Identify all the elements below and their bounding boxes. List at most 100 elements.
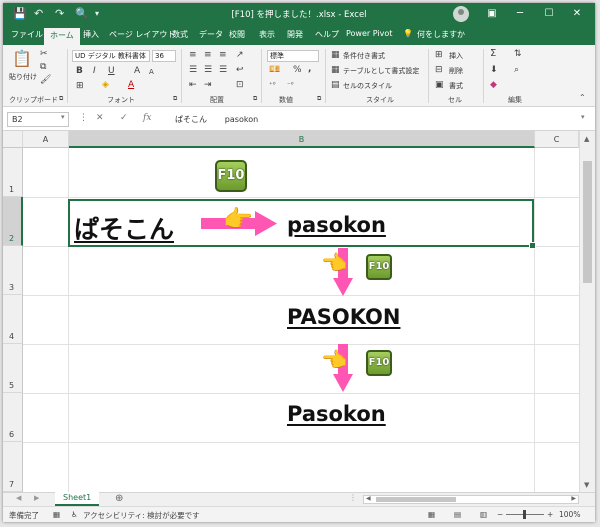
- font-color-icon[interactable]: A: [128, 80, 134, 90]
- expand-formula-icon[interactable]: ▾: [581, 113, 585, 121]
- borders-icon[interactable]: ⊞: [76, 81, 84, 91]
- ribbon-display-icon[interactable]: ▣: [483, 6, 501, 22]
- scroll-up-icon[interactable]: ▲: [584, 135, 589, 143]
- paste-button[interactable]: 貼り付け: [9, 72, 37, 82]
- tab-help[interactable]: ヘルプ: [315, 29, 339, 40]
- row-header-7[interactable]: 7: [3, 442, 23, 492]
- vertical-scrollbar[interactable]: ▲ ▼: [579, 131, 595, 492]
- page-break-view-icon[interactable]: ▥: [480, 510, 487, 519]
- select-all-corner[interactable]: [3, 131, 23, 148]
- enter-entry-icon[interactable]: ✓: [120, 113, 128, 123]
- maximize-button[interactable]: ☐: [540, 6, 558, 22]
- zoom-in-button[interactable]: +: [547, 510, 553, 519]
- align-right-icon[interactable]: ☰: [219, 65, 227, 75]
- number-launcher-icon[interactable]: ⧉: [317, 94, 321, 104]
- percent-button[interactable]: %: [293, 65, 302, 75]
- column-header-c[interactable]: C: [535, 131, 579, 148]
- font-size-select[interactable]: 36: [152, 50, 176, 62]
- copy-icon[interactable]: ⧉: [40, 62, 46, 72]
- format-as-table-button[interactable]: テーブルとして書式設定: [343, 66, 419, 76]
- insert-function-button[interactable]: fx: [143, 113, 151, 123]
- font-name-select[interactable]: UD デジタル 教科書体: [72, 50, 150, 62]
- account-avatar[interactable]: [453, 6, 469, 22]
- tab-home[interactable]: ホーム: [44, 28, 80, 45]
- zoom-slider-thumb[interactable]: [523, 510, 526, 519]
- tab-developer[interactable]: 開発: [287, 29, 303, 40]
- accessibility-status[interactable]: アクセシビリティ: 検討が必要です: [83, 510, 200, 521]
- conditional-format-icon[interactable]: ▦: [331, 50, 340, 60]
- horizontal-scroll-thumb[interactable]: [376, 497, 456, 502]
- sheet-next-icon[interactable]: ▶: [34, 494, 39, 502]
- tab-page-layout[interactable]: ページ レイアウト: [109, 29, 175, 40]
- increase-indent-icon[interactable]: ⇥: [204, 80, 212, 90]
- format-cells-button[interactable]: 書式: [449, 81, 463, 91]
- cancel-entry-icon[interactable]: ✕: [96, 113, 104, 123]
- delete-cells-icon[interactable]: ⊟: [435, 65, 443, 75]
- normal-view-icon[interactable]: ▦: [428, 510, 435, 519]
- clear-icon[interactable]: ◆: [490, 80, 497, 90]
- align-middle-icon[interactable]: ≡: [204, 50, 212, 60]
- delete-cells-button[interactable]: 削除: [449, 66, 463, 76]
- zoom-out-button[interactable]: −: [497, 510, 503, 519]
- column-header-b[interactable]: B: [69, 131, 535, 148]
- tab-data[interactable]: データ: [199, 29, 223, 40]
- formula-input[interactable]: ぱそこん pasokon: [175, 114, 258, 125]
- add-sheet-button[interactable]: ⊕: [115, 493, 123, 504]
- scroll-down-icon[interactable]: ▼: [584, 481, 589, 489]
- zoom-level[interactable]: 100%: [559, 510, 580, 519]
- row-header-4[interactable]: 4: [3, 295, 23, 344]
- column-header-a[interactable]: A: [23, 131, 69, 148]
- underline-button[interactable]: U: [108, 66, 115, 76]
- align-bottom-icon[interactable]: ≡: [219, 50, 227, 60]
- tab-view[interactable]: 表示: [259, 29, 275, 40]
- wrap-text-icon[interactable]: ↩: [236, 65, 244, 75]
- italic-button[interactable]: I: [93, 66, 96, 76]
- minimize-button[interactable]: ─: [511, 6, 529, 22]
- row-header-2[interactable]: 2: [3, 197, 23, 246]
- sheet-tab-sheet1[interactable]: Sheet1: [55, 492, 100, 506]
- orientation-icon[interactable]: ↗: [236, 50, 244, 60]
- align-center-icon[interactable]: ☰: [204, 65, 212, 75]
- format-painter-icon[interactable]: 🖌: [40, 75, 51, 85]
- tab-review[interactable]: 校閲: [229, 29, 245, 40]
- row-header-6[interactable]: 6: [3, 393, 23, 442]
- close-button[interactable]: ✕: [568, 6, 586, 22]
- insert-cells-icon[interactable]: ⊞: [435, 50, 443, 60]
- tell-me-search[interactable]: 何をしますか: [417, 29, 465, 40]
- autosum-button[interactable]: Σ: [490, 49, 496, 59]
- format-as-table-icon[interactable]: ▦: [331, 65, 340, 75]
- comma-button[interactable]: ,: [308, 64, 311, 74]
- insert-cells-button[interactable]: 挿入: [449, 51, 463, 61]
- name-box[interactable]: B2: [7, 112, 69, 127]
- conditional-format-button[interactable]: 条件付き書式: [343, 51, 385, 61]
- font-launcher-icon[interactable]: ⧉: [173, 94, 177, 104]
- scroll-right-icon[interactable]: ▶: [571, 495, 576, 502]
- decrease-decimal-icon[interactable]: ⁻⁰: [287, 80, 294, 90]
- number-format-select[interactable]: 標準: [267, 50, 319, 62]
- merge-center-icon[interactable]: ⊡: [236, 80, 244, 90]
- sort-filter-icon[interactable]: ⇅: [514, 49, 522, 59]
- accessibility-icon[interactable]: ♿: [71, 510, 78, 519]
- collapse-ribbon-icon[interactable]: ⌃: [579, 93, 586, 103]
- scroll-left-icon[interactable]: ◀: [366, 495, 371, 502]
- horizontal-scrollbar[interactable]: ◀ ▶: [363, 495, 579, 504]
- cell-styles-button[interactable]: セルのスタイル: [343, 81, 392, 91]
- clipboard-launcher-icon[interactable]: ⧉: [59, 94, 63, 104]
- tab-formulas[interactable]: 数式: [172, 29, 188, 40]
- bold-button[interactable]: B: [76, 66, 83, 76]
- name-box-dropdown-icon[interactable]: ▾: [61, 113, 65, 121]
- row-header-1[interactable]: 1: [3, 148, 23, 197]
- find-select-icon[interactable]: ⌕: [514, 65, 519, 75]
- grow-font-button[interactable]: A: [134, 66, 140, 76]
- page-layout-view-icon[interactable]: ▤: [454, 510, 461, 519]
- shrink-font-button[interactable]: A: [149, 67, 154, 77]
- tab-insert[interactable]: 挿入: [83, 29, 99, 40]
- format-cells-icon[interactable]: ▣: [435, 80, 444, 90]
- align-top-icon[interactable]: ≡: [189, 50, 197, 60]
- cell-styles-icon[interactable]: ▤: [331, 80, 340, 90]
- sheet-prev-icon[interactable]: ◀: [16, 494, 21, 502]
- tab-split-handle[interactable]: ⋮: [349, 493, 357, 502]
- tab-power-pivot[interactable]: Power Pivot: [346, 29, 392, 38]
- increase-decimal-icon[interactable]: ⁺⁰: [269, 80, 276, 90]
- fill-icon[interactable]: ⬇: [490, 65, 498, 75]
